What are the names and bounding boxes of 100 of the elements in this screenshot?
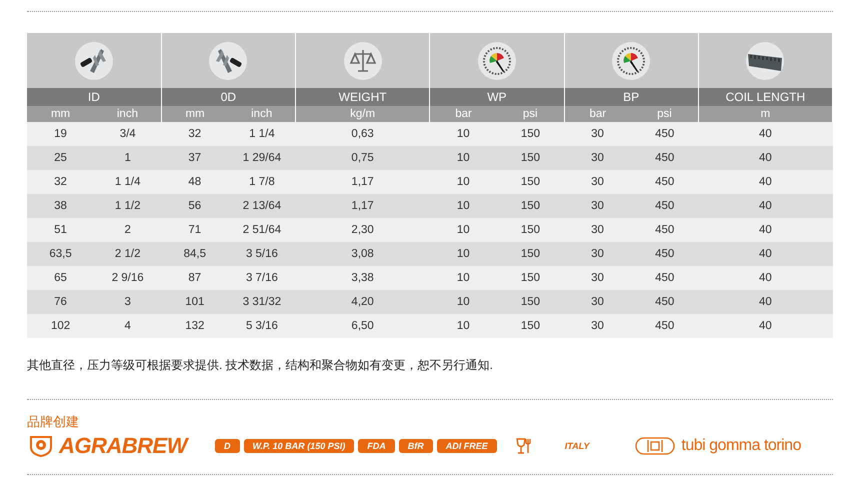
table-cell: 40 — [698, 194, 832, 218]
table-cell: 102 — [27, 314, 94, 338]
table-cell: 450 — [631, 266, 698, 290]
table-cell: 4 — [94, 314, 162, 338]
table-cell: 1 1/4 — [94, 170, 162, 194]
table-cell: 38 — [27, 194, 94, 218]
table-cell: 150 — [496, 146, 564, 170]
table-cell: 10 — [430, 194, 497, 218]
table-cell: 4,20 — [296, 290, 430, 314]
table-cell: 450 — [631, 146, 698, 170]
table-cell: 132 — [161, 314, 228, 338]
table-cell: 10 — [430, 146, 497, 170]
table-cell: 3,08 — [296, 242, 430, 266]
table-cell: 3 — [94, 290, 162, 314]
table-cell: 450 — [631, 218, 698, 242]
table-cell: 2 51/64 — [228, 218, 296, 242]
maker-logo-icon — [635, 436, 676, 456]
unit-header: inch — [228, 106, 296, 122]
table-cell: 101 — [161, 290, 228, 314]
gauge-icon — [476, 40, 517, 80]
unit-header: mm — [27, 106, 94, 122]
table-cell: 3 7/16 — [228, 266, 296, 290]
table-cell: 1 — [94, 146, 162, 170]
maker-name: tubi gomma torino — [681, 437, 801, 455]
table-cell: 1 1/2 — [94, 194, 162, 218]
brand-name: AGRABREW — [59, 433, 187, 459]
badge: D — [215, 439, 240, 453]
table-cell: 1,17 — [296, 194, 430, 218]
unit-header: inch — [94, 106, 162, 122]
table-cell: 450 — [631, 194, 698, 218]
table-cell: 450 — [631, 290, 698, 314]
table-cell: 150 — [496, 122, 564, 146]
table-cell: 2 1/2 — [94, 242, 162, 266]
badge: FDA — [358, 439, 395, 453]
table-cell: 25 — [27, 146, 94, 170]
table-cell: 40 — [698, 290, 832, 314]
table-cell: 2 9/16 — [94, 266, 162, 290]
table-cell: 40 — [698, 170, 832, 194]
table-cell: 3/4 — [94, 122, 162, 146]
origin-label: ITALY — [564, 441, 590, 451]
table-cell: 10 — [430, 266, 497, 290]
table-cell: 150 — [496, 314, 564, 338]
table-cell: 10 — [430, 122, 497, 146]
unit-header: mm — [161, 106, 228, 122]
caliper-icon — [74, 40, 114, 80]
table-cell: 84,5 — [161, 242, 228, 266]
table-cell: 10 — [430, 290, 497, 314]
table-cell: 5 3/16 — [228, 314, 296, 338]
table-cell: 10 — [430, 242, 497, 266]
table-cell: 37 — [161, 146, 228, 170]
table-cell: 150 — [496, 266, 564, 290]
table-cell: 1,17 — [296, 170, 430, 194]
table-cell: 32 — [27, 170, 94, 194]
unit-header: psi — [496, 106, 564, 122]
table-cell: 10 — [430, 314, 497, 338]
table-cell: 71 — [161, 218, 228, 242]
table-cell: 65 — [27, 266, 94, 290]
table-cell: 1 29/64 — [228, 146, 296, 170]
column-header: ID — [27, 88, 162, 106]
table-cell: 40 — [698, 122, 832, 146]
table-cell: 0,75 — [296, 146, 430, 170]
badge: W.P. 10 BAR (150 PSI) — [244, 439, 354, 453]
column-header: WP — [430, 88, 564, 106]
table-cell: 32 — [161, 122, 228, 146]
shield-logo-icon — [29, 435, 53, 457]
table-cell: 51 — [27, 218, 94, 242]
table-cell: 40 — [698, 314, 832, 338]
table-cell: 1 1/4 — [228, 122, 296, 146]
unit-header: bar — [430, 106, 497, 122]
gauge-icon — [611, 40, 652, 80]
unit-header: m — [698, 106, 832, 122]
table-cell: 30 — [564, 170, 632, 194]
column-header: COIL LENGTH — [698, 88, 832, 106]
table-cell: 450 — [631, 314, 698, 338]
table-cell: 30 — [564, 314, 632, 338]
table-cell: 450 — [631, 242, 698, 266]
unit-header: bar — [564, 106, 632, 122]
unit-header: psi — [631, 106, 698, 122]
badge: ADI FREE — [436, 439, 497, 453]
table-cell: 450 — [631, 170, 698, 194]
table-cell: 19 — [27, 122, 94, 146]
column-header: 0D — [161, 88, 296, 106]
table-cell: 0,63 — [296, 122, 430, 146]
table-cell: 40 — [698, 242, 832, 266]
column-header: WEIGHT — [296, 88, 430, 106]
caliper-icon — [208, 40, 248, 80]
table-cell: 40 — [698, 218, 832, 242]
table-cell: 10 — [430, 218, 497, 242]
table-cell: 76 — [27, 290, 94, 314]
table-cell: 1 7/8 — [228, 170, 296, 194]
table-cell: 150 — [496, 170, 564, 194]
table-cell: 48 — [161, 170, 228, 194]
table-cell: 40 — [698, 266, 832, 290]
table-cell: 150 — [496, 218, 564, 242]
brand-label: 品牌创建 — [27, 413, 80, 431]
table-cell: 150 — [496, 194, 564, 218]
table-cell: 2 — [94, 218, 162, 242]
scale-icon — [342, 40, 383, 80]
table-cell: 2,30 — [296, 218, 430, 242]
table-cell: 10 — [430, 170, 497, 194]
